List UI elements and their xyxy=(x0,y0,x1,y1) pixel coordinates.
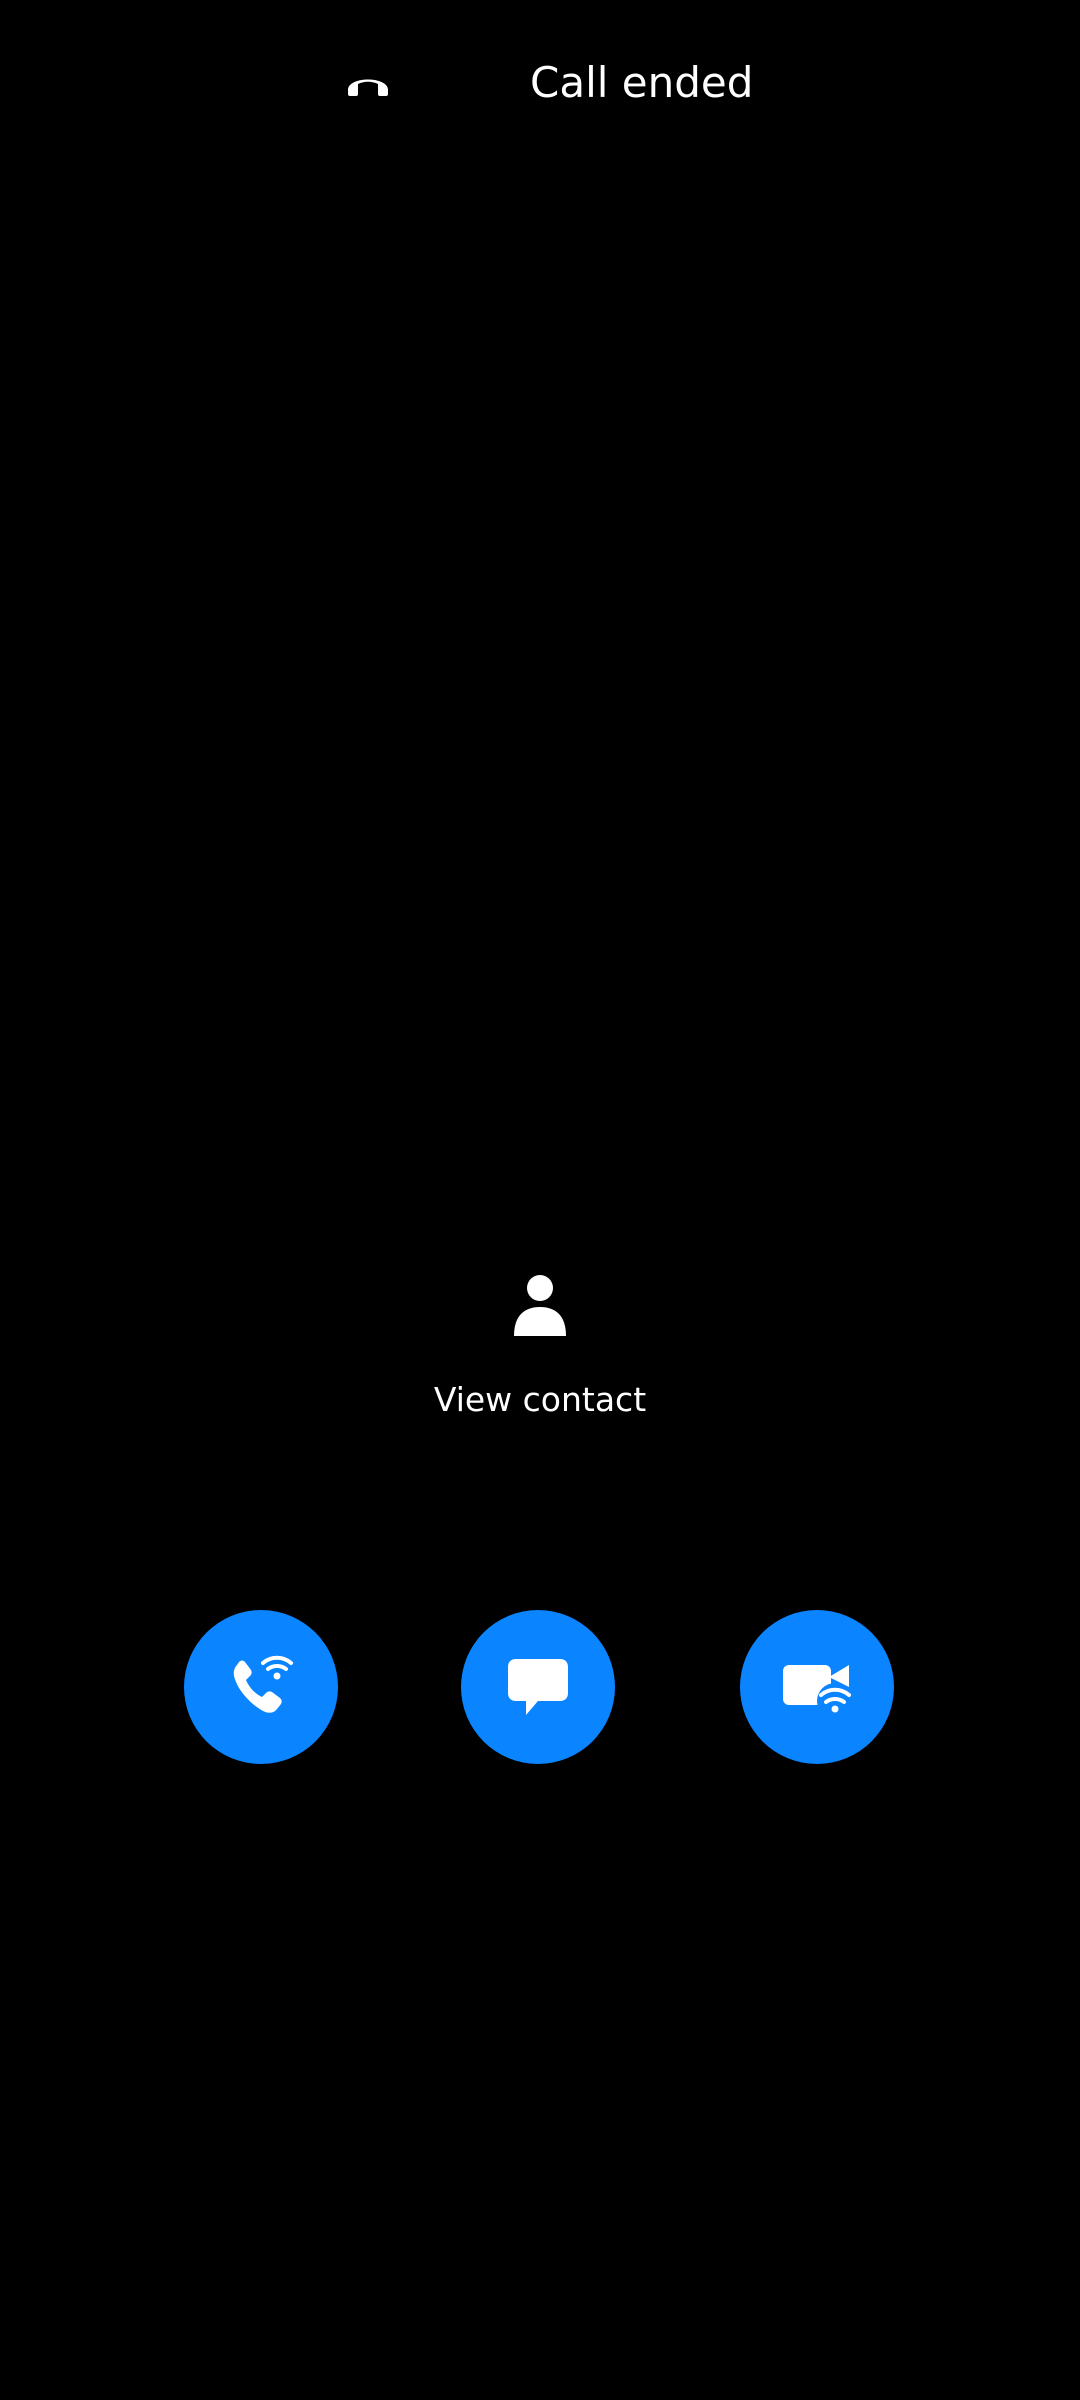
message-button[interactable] xyxy=(461,1610,615,1764)
wifi-video-call-icon xyxy=(779,1651,855,1723)
call-status-header: Call ended xyxy=(0,52,1080,122)
call-actions-row xyxy=(0,1610,1080,1766)
person-icon xyxy=(512,1274,568,1338)
call-status-text: Call ended xyxy=(530,58,754,107)
call-end-icon xyxy=(344,68,392,98)
view-contact-label: View contact xyxy=(433,1380,647,1419)
wifi-call-button[interactable] xyxy=(184,1610,338,1764)
view-contact-button[interactable]: View contact xyxy=(390,1262,690,1432)
call-ended-screen: Call ended View contact xyxy=(0,0,1080,2400)
wifi-call-icon xyxy=(225,1651,297,1723)
message-icon xyxy=(504,1653,572,1721)
wifi-video-call-button[interactable] xyxy=(740,1610,894,1764)
